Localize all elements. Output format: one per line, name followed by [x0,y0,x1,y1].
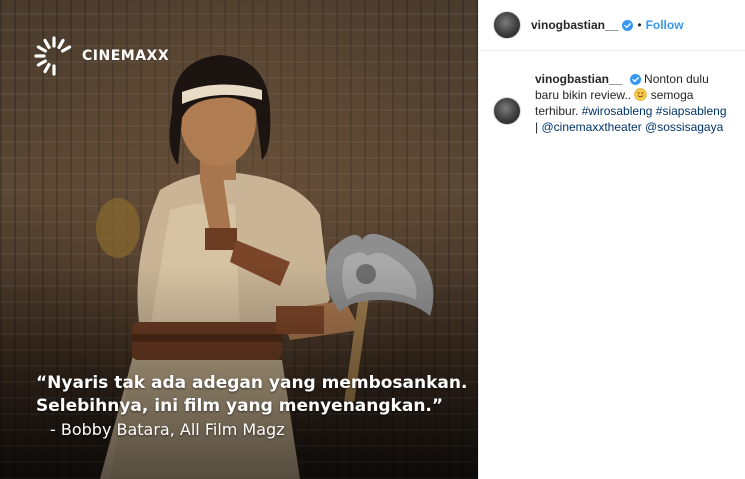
post-header: vinogbastian__ • Follow [479,0,745,51]
verified-badge-icon [629,74,641,86]
post-sidebar: vinogbastian__ • Follow vinogbastian__ N… [478,0,745,479]
quote-line-1: “Nyaris tak ada adegan yang membosankan. [36,373,468,393]
caption-text: vinogbastian__ Nonton dulu baru bikin re… [535,71,731,135]
cinemaxx-burst-icon [34,36,72,76]
hashtag-siapsableng[interactable]: #siapsableng [656,104,727,118]
caption-username[interactable]: vinogbastian__ [535,72,622,86]
post-image[interactable]: CINEMAXX “Nyaris tak ada adegan yang mem… [0,0,478,479]
cinemaxx-logo: CINEMAXX [32,34,169,78]
follow-button[interactable]: Follow [646,18,684,32]
quote-line-2: Selebihnya, ini film yang menyenangkan.” [36,396,444,416]
header-username[interactable]: vinogbastian__ [531,18,618,32]
avatar[interactable] [493,11,521,39]
header-separator: • [637,18,642,32]
cinemaxx-wordmark: CINEMAXX [82,48,170,64]
review-quote: “Nyaris tak ada adegan yang membosankan.… [36,372,468,442]
verified-badge-icon [622,19,634,31]
caption-avatar[interactable] [493,97,521,125]
caption-divider: | [535,120,539,134]
smiling-face-emoji-icon [634,88,648,101]
hashtag-wirosableng[interactable]: #wirosableng [582,104,653,118]
instagram-post: CINEMAXX “Nyaris tak ada adegan yang mem… [0,0,745,479]
mention-cinemaxxtheater[interactable]: @cinemaxxtheater [541,120,641,134]
post-caption: vinogbastian__ Nonton dulu baru bikin re… [479,51,745,135]
mention-sossisagaya[interactable]: @sossisagaya [645,120,723,134]
quote-credit: - Bobby Batara, All Film Magz [50,420,285,439]
